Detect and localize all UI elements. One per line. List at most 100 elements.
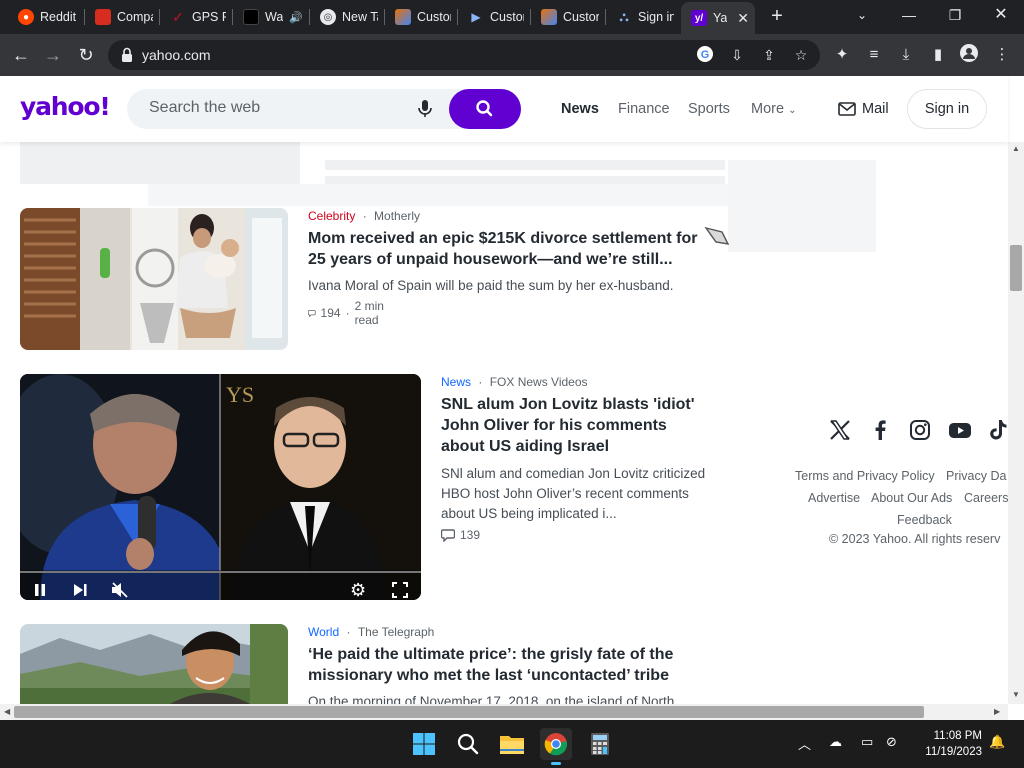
tab-label: Custor	[563, 10, 599, 24]
story-source: FOX News Videos	[489, 375, 588, 389]
back-button[interactable]: ←	[9, 43, 33, 67]
comment-count[interactable]: 139	[460, 528, 480, 542]
nav-news[interactable]: News	[561, 101, 599, 117]
audio-playing-icon[interactable]: 🔊	[289, 11, 303, 24]
tab-gps[interactable]: ✓ GPS Fl	[160, 4, 232, 30]
story-category[interactable]: World	[308, 625, 339, 639]
reload-button[interactable]: ↻	[74, 43, 98, 67]
forward-button[interactable]: →	[41, 43, 65, 67]
url-text: yahoo.com	[142, 47, 211, 63]
story-meta: News · FOX News Videos	[441, 375, 588, 389]
feedback-link[interactable]: Feedback	[897, 513, 952, 527]
sign-in-button[interactable]: Sign in	[907, 89, 987, 129]
search-button[interactable]	[449, 89, 521, 129]
tab-video[interactable]: Wa 🔊	[233, 4, 309, 30]
careers-link[interactable]: Careers	[964, 491, 1008, 505]
profile-avatar-icon[interactable]	[958, 44, 980, 66]
google-lens-icon[interactable]: G	[695, 45, 715, 65]
video-player[interactable]: YS ⚙	[20, 374, 421, 600]
vertical-scrollbar[interactable]	[1008, 142, 1024, 704]
story-thumbnail[interactable]	[20, 208, 288, 350]
browser-menu-icon[interactable]: ⋮	[991, 44, 1013, 66]
bookmark-star-icon[interactable]: ☆	[791, 45, 811, 65]
search-icon	[476, 100, 493, 117]
video-icon	[243, 9, 259, 25]
calculator-button[interactable]	[584, 728, 616, 760]
minimize-button[interactable]: —	[895, 4, 923, 26]
tab-custom-2[interactable]: ▶ Custor	[458, 4, 530, 30]
loading-placeholder	[325, 176, 725, 184]
about-ads-link[interactable]: About Our Ads	[871, 491, 952, 505]
chrome-taskbar-button[interactable]	[540, 728, 572, 765]
tab-sign-in[interactable]: ⛬ Sign in	[606, 4, 680, 30]
microphone-icon[interactable]	[417, 100, 433, 118]
nav-sports[interactable]: Sports	[688, 101, 730, 117]
new-tab-button[interactable]: +	[766, 6, 788, 28]
tab-custom-3[interactable]: Custor	[531, 4, 605, 30]
gear-icon[interactable]: ⚙	[350, 581, 368, 599]
tiktok-icon[interactable]	[988, 418, 1008, 442]
taskbar-search-button[interactable]	[452, 728, 484, 760]
comment-icon[interactable]	[441, 528, 455, 542]
downloads-icon[interactable]: ⤓	[895, 44, 917, 66]
mail-link[interactable]: Mail	[838, 101, 889, 117]
close-tab-icon[interactable]: ✕	[737, 10, 749, 27]
youtube-icon[interactable]	[948, 418, 972, 442]
network-sound-icon[interactable]: ⊘	[886, 734, 897, 750]
tab-yahoo[interactable]: y/ Yal ✕	[681, 2, 755, 34]
scroll-right-arrow-icon[interactable]: ▶	[994, 707, 1000, 716]
file-explorer-button[interactable]	[496, 728, 528, 760]
tab-new-tab[interactable]: ◎ New Ta	[310, 4, 384, 30]
show-hidden-icons-chevron-icon[interactable]: ︿	[798, 734, 811, 753]
yahoo-logo[interactable]: yahoo!	[20, 92, 111, 121]
reading-list-icon[interactable]: ≡	[863, 44, 885, 66]
share-icon[interactable]: ⇪	[759, 45, 779, 65]
tab-compare[interactable]: Compa	[85, 4, 159, 30]
tab-label: Yal	[713, 11, 728, 25]
system-clock[interactable]: 11:08 PM 11/19/2023	[914, 728, 982, 760]
tab-search-chevron-icon[interactable]: ⌄	[848, 4, 876, 26]
story-summary: On the morning of November 17, 2018, on …	[308, 694, 675, 704]
address-bar[interactable]: yahoo.com G ⇩ ⇪ ☆	[108, 40, 820, 70]
terms-link[interactable]: Terms and Privacy Policy	[795, 469, 935, 483]
tab-reddit[interactable]: ● Reddit	[8, 4, 84, 30]
story-headline[interactable]: ‘He paid the ultimate price’: the grisly…	[308, 644, 703, 686]
scroll-left-arrow-icon[interactable]: ◀	[4, 707, 10, 716]
mute-icon[interactable]	[111, 582, 129, 598]
scroll-up-arrow-icon[interactable]: ▲	[1012, 144, 1020, 153]
tab-custom-1[interactable]: Custor	[385, 4, 457, 30]
side-panel-icon[interactable]: ▮	[927, 44, 949, 66]
maximize-button[interactable]: ❐	[941, 4, 969, 26]
comment-icon[interactable]	[308, 307, 316, 320]
horizontal-scroll-thumb[interactable]	[14, 706, 924, 718]
search-input[interactable]	[149, 99, 399, 117]
nav-more[interactable]: More ⌄	[751, 101, 796, 117]
story-category[interactable]: Celebrity	[308, 209, 355, 223]
advertise-link[interactable]: Advertise	[808, 491, 860, 505]
tab-label: Custor	[490, 10, 524, 24]
instagram-icon[interactable]	[908, 418, 932, 442]
lock-icon[interactable]	[120, 47, 134, 63]
story-thumbnail[interactable]	[20, 624, 288, 704]
install-app-icon[interactable]: ⇩	[727, 45, 747, 65]
facebook-icon[interactable]	[868, 418, 892, 442]
nav-finance[interactable]: Finance	[618, 101, 670, 117]
comment-count[interactable]: 194	[321, 306, 341, 320]
story-category[interactable]: News	[441, 375, 471, 389]
onedrive-icon[interactable]: ☁	[829, 734, 842, 750]
x-icon[interactable]	[828, 418, 852, 442]
display-icon[interactable]: ▭	[861, 734, 873, 750]
story-headline[interactable]: SNL alum Jon Lovitz blasts 'idiot' John …	[441, 394, 709, 457]
vertical-scroll-thumb[interactable]	[1010, 245, 1022, 291]
notification-bell-icon[interactable]: 🔔	[989, 734, 1005, 750]
scroll-down-arrow-icon[interactable]: ▼	[1012, 690, 1020, 699]
pause-icon[interactable]	[32, 582, 48, 598]
close-window-button[interactable]: ✕	[987, 4, 1015, 26]
privacy-dashboard-link[interactable]: Privacy Da	[946, 469, 1006, 483]
extensions-icon[interactable]: ✦	[831, 44, 853, 66]
next-icon[interactable]	[72, 582, 88, 598]
fullscreen-icon[interactable]	[392, 582, 408, 598]
read-time: 2 min read	[354, 299, 384, 327]
start-button[interactable]	[408, 728, 440, 760]
story-headline[interactable]: Mom received an epic $215K divorce settl…	[308, 228, 703, 270]
